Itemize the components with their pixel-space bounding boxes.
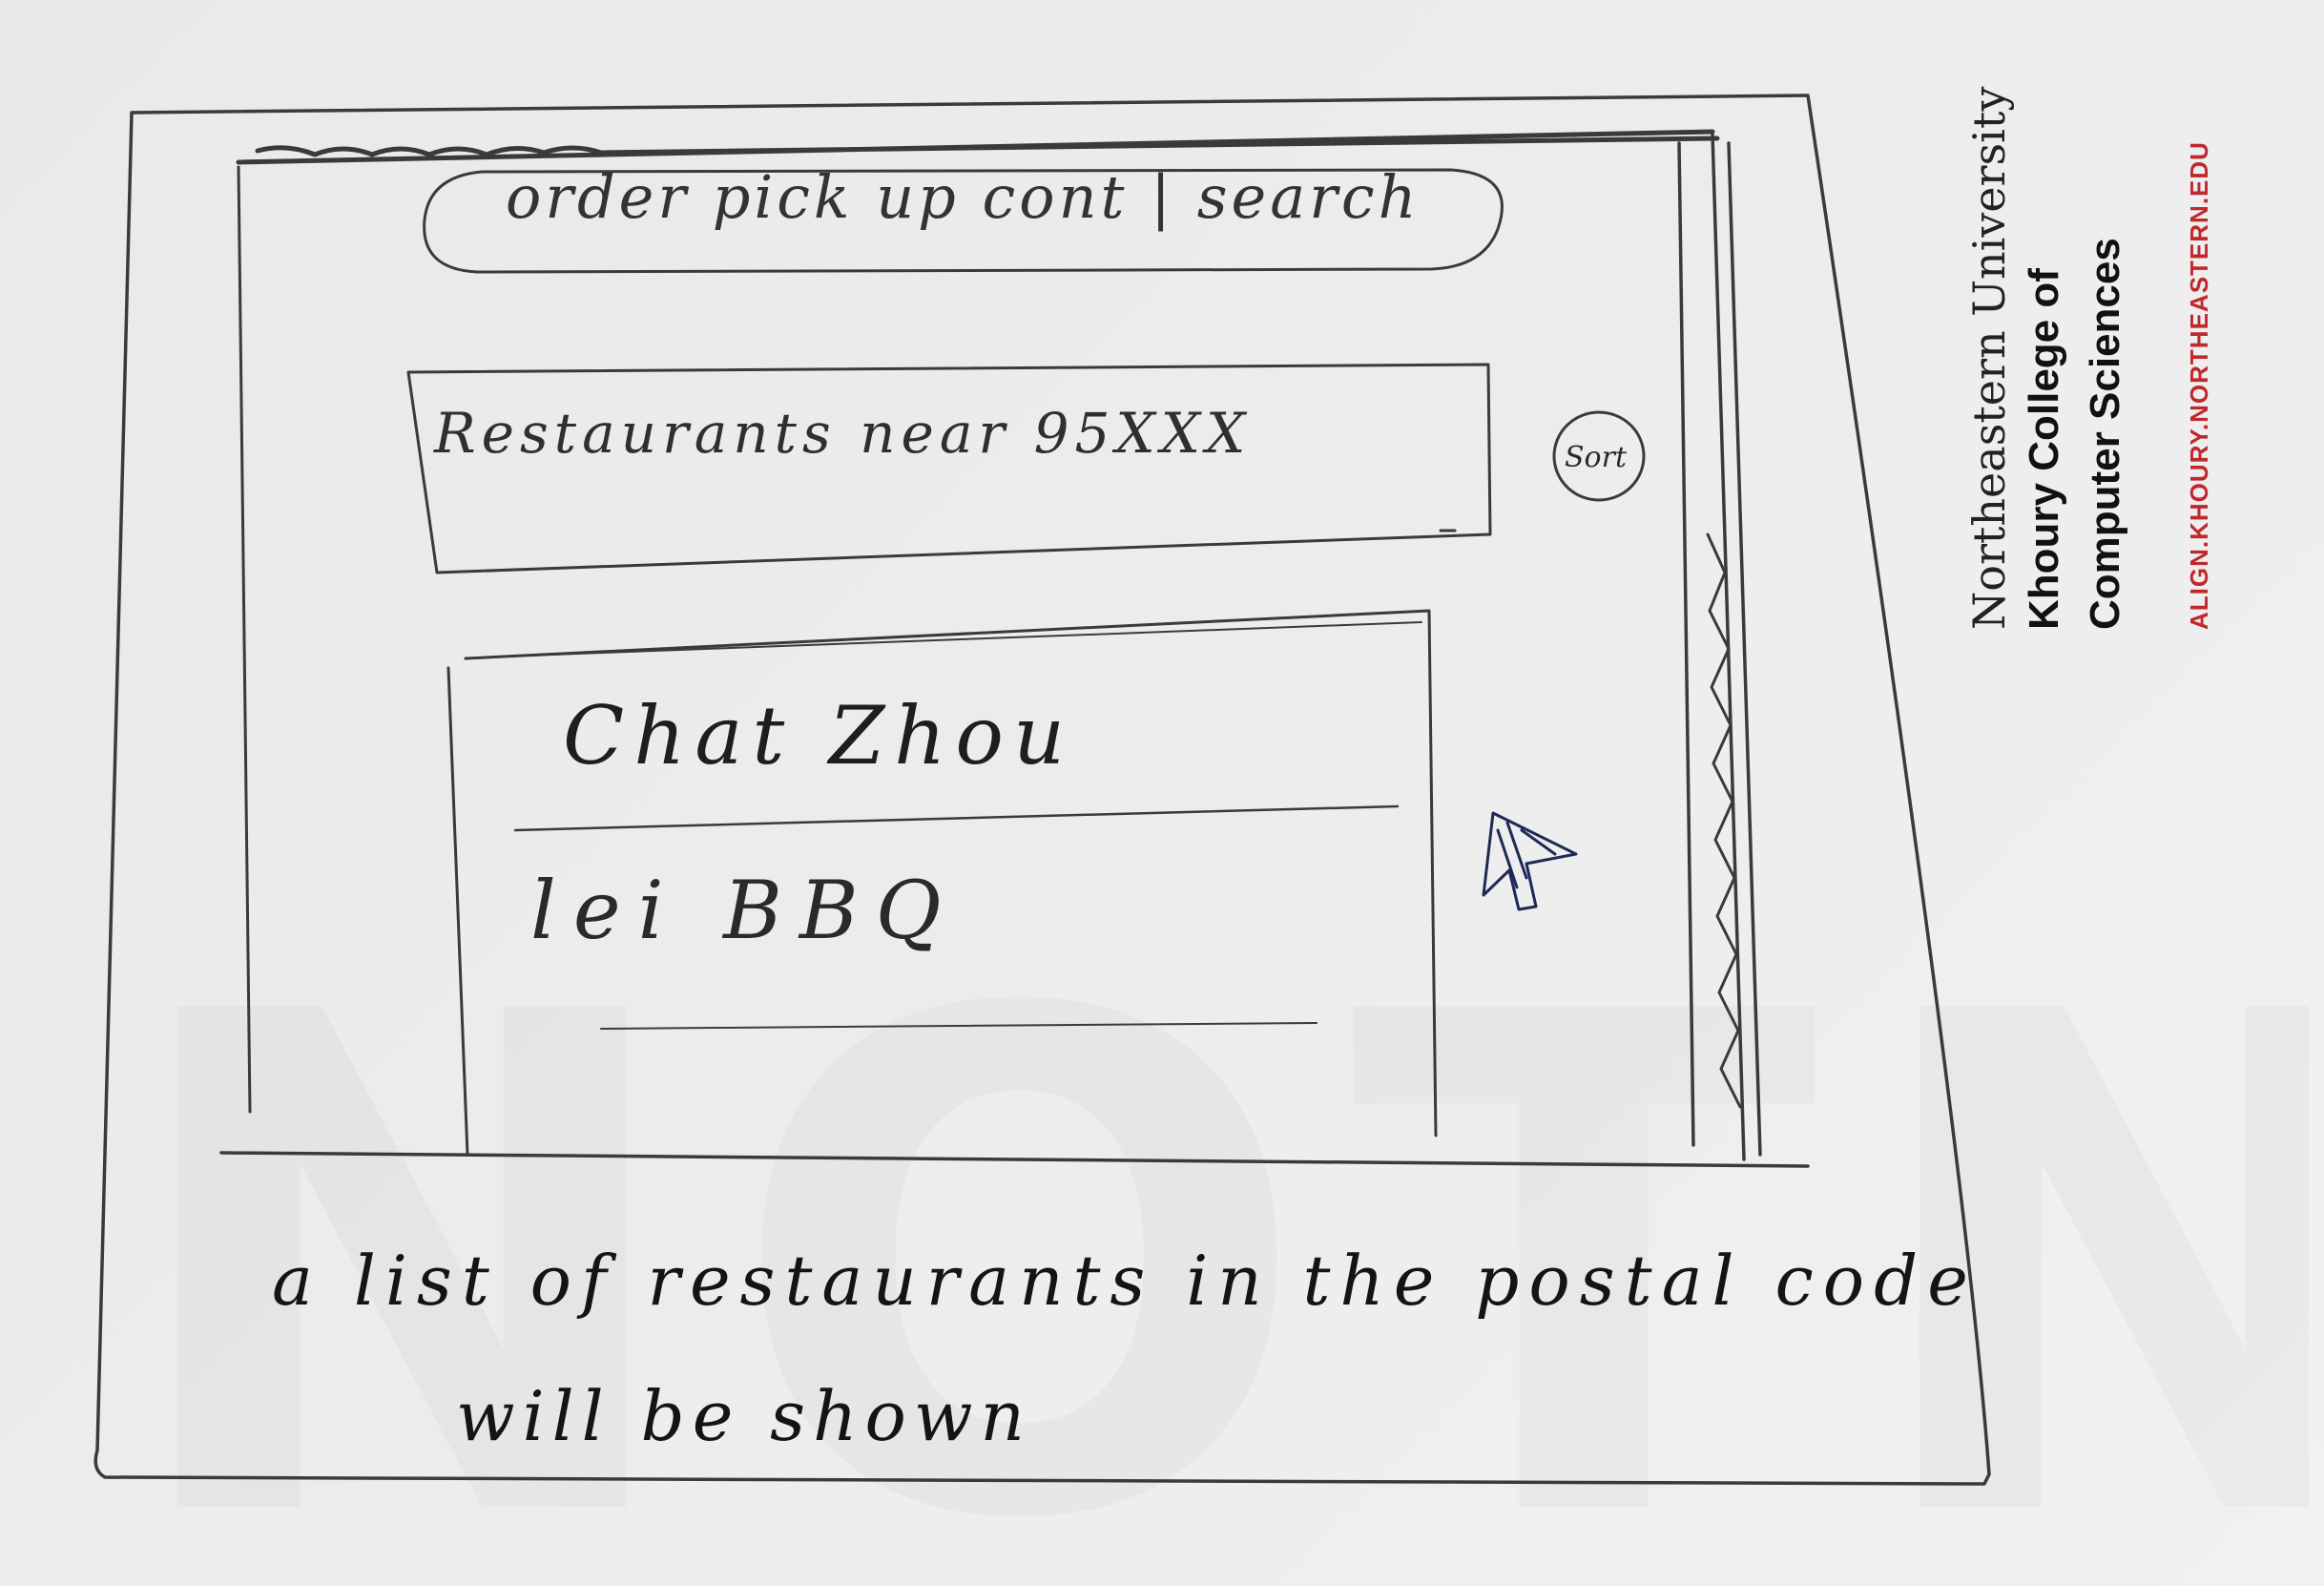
- college-name-line1: Khoury College of: [2021, 268, 2067, 630]
- mouse-cursor-icon: [1482, 811, 1578, 911]
- search-bar-label[interactable]: order pick up cont | search: [506, 162, 1421, 232]
- row-divider-1: [513, 804, 1400, 832]
- postal-field: [406, 363, 1492, 574]
- list-item[interactable]: lei BBQ: [530, 864, 958, 957]
- caption-line-2: will be shown: [456, 1376, 1032, 1456]
- device-frame-bottom: [219, 1151, 1810, 1168]
- scrollbar-zigzag: [1706, 532, 1742, 1109]
- university-name: Northeastern University: [1963, 86, 2015, 630]
- caption-line-1: a list of restaurants in the postal code: [272, 1241, 1978, 1321]
- college-url: ALIGN.KHOURY.NORTHEASTERN.EDU: [2185, 141, 2213, 630]
- postal-field-label[interactable]: Restaurants near 95XXX: [434, 401, 1251, 466]
- list-item[interactable]: Chat Zhou: [563, 689, 1074, 783]
- college-name-line2: Computer Sciences: [2082, 238, 2128, 630]
- sort-button-label[interactable]: Sort: [1565, 441, 1627, 474]
- device-frame-right: [1677, 132, 1762, 1161]
- row-divider-2: [600, 1022, 1318, 1030]
- university-logo: Northeastern University Khoury College o…: [1937, 76, 2271, 668]
- device-frame-top: [236, 129, 1720, 165]
